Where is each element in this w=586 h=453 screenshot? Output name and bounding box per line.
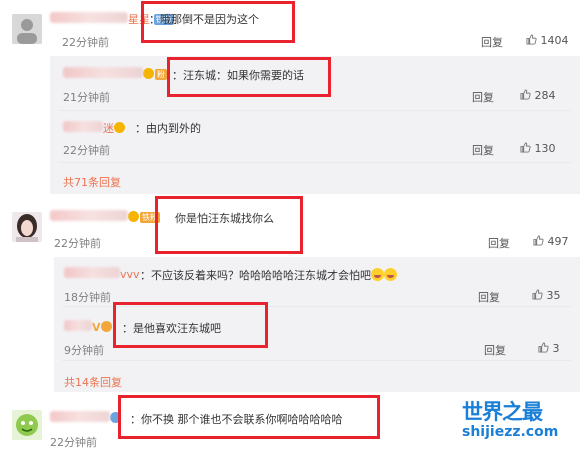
avatar[interactable] <box>12 212 42 242</box>
crown-icon <box>128 211 139 222</box>
divider <box>58 162 572 163</box>
thumbs-up-icon <box>538 342 549 353</box>
reply-author[interactable]: vvv <box>64 267 140 281</box>
comment-time: 22分钟前 <box>62 36 109 49</box>
crown-icon <box>100 321 112 332</box>
more-replies-link[interactable]: 共71条回复 <box>63 174 121 190</box>
like-button[interactable]: 284 <box>520 89 556 102</box>
like-count: 130 <box>534 142 556 155</box>
reply-time: 18分钟前 <box>64 291 111 304</box>
reply-author[interactable]: 迷 <box>63 120 126 136</box>
thumbs-up-icon <box>533 235 544 246</box>
divider <box>58 110 572 111</box>
like-count: 1404 <box>540 34 569 47</box>
comment-author[interactable]: 铁粉 <box>50 210 160 224</box>
reply-button[interactable]: 回复 <box>484 342 506 358</box>
user-avatar-icon <box>12 212 42 242</box>
username-blurred <box>50 12 128 23</box>
user-avatar-icon <box>12 14 42 44</box>
like-button[interactable]: 130 <box>520 142 556 155</box>
reply-author[interactable]: V <box>64 320 113 334</box>
like-button[interactable]: 3 <box>538 342 560 355</box>
more-replies-link[interactable]: 共14条回复 <box>64 374 122 390</box>
avatar[interactable] <box>12 14 42 44</box>
thumbs-up-icon <box>532 289 543 300</box>
watermark: 世界之最 shijiezz.com <box>462 396 582 440</box>
like-button[interactable]: 497 <box>533 235 569 248</box>
comment-time: 22分钟前 <box>54 237 101 250</box>
highlight-box <box>118 395 380 439</box>
thumbs-up-icon <box>520 89 531 100</box>
reply-text-content: ：不应该反着来吗？哈哈哈哈哈汪东城才会怕吧 <box>140 269 371 282</box>
username-visible: V <box>92 321 101 334</box>
username-blurred <box>63 121 103 132</box>
avatar[interactable] <box>12 410 42 440</box>
crown-icon <box>143 68 154 79</box>
like-button[interactable]: 1404 <box>526 34 569 47</box>
like-count: 284 <box>534 89 556 102</box>
username-blurred <box>64 267 120 278</box>
like-button[interactable]: 35 <box>532 289 561 302</box>
username-blurred <box>64 320 92 331</box>
username-visible: vvv <box>120 268 140 281</box>
reply-button[interactable]: 回复 <box>472 89 494 105</box>
divider <box>62 360 572 361</box>
reply-text: ：由内到外的 <box>135 122 201 135</box>
reply-author[interactable]: 粉 <box>63 67 167 81</box>
highlight-box <box>155 196 303 254</box>
thumbs-up-icon <box>526 34 537 45</box>
crown-icon <box>114 122 125 133</box>
vip-badge: 粉 <box>155 69 167 80</box>
user-avatar-icon <box>12 410 42 440</box>
highlight-box <box>167 57 331 97</box>
reply-text: ：不应该反着来吗？哈哈哈哈哈汪东城才会怕吧 <box>140 267 397 283</box>
username-blurred <box>50 210 128 221</box>
laughing-emoji-icon <box>371 268 384 281</box>
reply-time: 9分钟前 <box>64 344 104 357</box>
reply-button[interactable]: 回复 <box>478 289 500 305</box>
username-visible: 迷 <box>103 122 114 135</box>
reply-button[interactable]: 回复 <box>481 34 503 50</box>
watermark-url: shijiezz.com <box>462 424 559 440</box>
reply-time: 21分钟前 <box>63 91 110 104</box>
reply-button[interactable]: 回复 <box>472 142 494 158</box>
reply-time: 22分钟前 <box>63 144 110 157</box>
laughing-emoji-icon <box>384 268 397 281</box>
reply-button[interactable]: 回复 <box>488 235 510 251</box>
highlight-box <box>141 1 295 43</box>
thumbs-up-icon <box>520 142 531 153</box>
watermark-title: 世界之最 <box>462 400 543 424</box>
highlight-box <box>113 302 268 348</box>
username-blurred <box>63 67 143 78</box>
like-count: 35 <box>546 289 561 302</box>
comment-author[interactable] <box>50 411 122 425</box>
like-count: 3 <box>552 342 560 355</box>
username-blurred <box>50 411 110 422</box>
comment-time: 22分钟前 <box>50 436 97 449</box>
like-count: 497 <box>547 235 569 248</box>
